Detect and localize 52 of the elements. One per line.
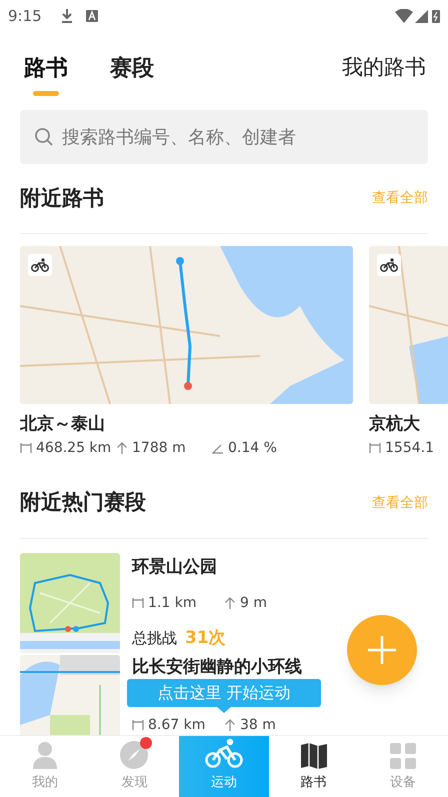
arrow-up-icon xyxy=(116,442,128,454)
stat-value: 0.14 % xyxy=(228,438,277,458)
distance-icon xyxy=(132,597,144,609)
person-icon xyxy=(32,740,58,768)
bicycle-icon xyxy=(380,258,398,272)
tab[interactable]: 赛段 xyxy=(110,52,154,96)
stat-value: 9 m xyxy=(240,594,267,612)
grid-icon xyxy=(390,742,416,768)
nav-tab[interactable]: 运动 xyxy=(179,736,269,797)
tooltip-pointer xyxy=(217,707,231,713)
stat-value: 38 m xyxy=(240,716,276,734)
nav-tab[interactable]: 发现 xyxy=(90,736,180,797)
map-icon xyxy=(300,742,327,768)
keyboard-icon xyxy=(86,10,98,22)
nav-tab[interactable]: 我的 xyxy=(0,736,90,797)
stat-value: 468.25 km xyxy=(36,438,112,458)
stat-value: 8.67 km xyxy=(148,716,206,734)
angle-icon xyxy=(212,442,224,454)
plus-icon xyxy=(368,636,396,664)
signal-icon xyxy=(415,10,428,22)
challenge-count: 31次 xyxy=(185,626,226,650)
route-title: 北京～泰山 xyxy=(20,413,106,436)
nav-tab[interactable]: 路书 xyxy=(268,736,358,797)
segment-title: 环景山公园 xyxy=(132,556,218,576)
segment-title: 比长安街幽静的小环线 xyxy=(132,656,303,676)
distance-icon xyxy=(369,442,381,454)
section-title: 附近路书 xyxy=(20,184,104,212)
download-icon xyxy=(60,8,74,24)
battery-icon xyxy=(432,9,440,23)
arrow-up-icon xyxy=(224,719,236,731)
search-field[interactable]: 搜索路书编号、名称、创建者 xyxy=(62,124,414,150)
start-tooltip: 点击这里 开始运动 xyxy=(127,679,321,707)
view-all-link[interactable]: 查看全部 xyxy=(372,188,428,209)
my-routes-link[interactable]: 我的路书 xyxy=(342,52,426,84)
distance-icon xyxy=(20,442,32,454)
stat-value: 1788 m xyxy=(132,438,186,458)
arrow-up-icon xyxy=(224,597,236,609)
distance-icon xyxy=(132,719,144,731)
cyclist-icon xyxy=(204,736,243,768)
tab[interactable]: 路书 xyxy=(24,52,68,96)
bicycle-icon xyxy=(31,258,49,272)
wifi-icon xyxy=(395,9,413,23)
nav-tab[interactable]: 设备 xyxy=(358,736,448,797)
search-bar[interactable]: 搜索路书编号、名称、创建者 xyxy=(20,110,428,164)
view-all-link[interactable]: 查看全部 xyxy=(372,492,428,514)
section-title: 附近热门赛段 xyxy=(20,489,146,516)
stat-value: 1554.1 xyxy=(385,438,434,458)
stat-value: 1.1 km xyxy=(148,594,196,612)
search-icon xyxy=(34,127,54,147)
route-title: 京杭大 xyxy=(369,413,421,436)
challenge-label: 总挑战 xyxy=(132,628,177,648)
status-time: 9:15 xyxy=(8,6,42,27)
